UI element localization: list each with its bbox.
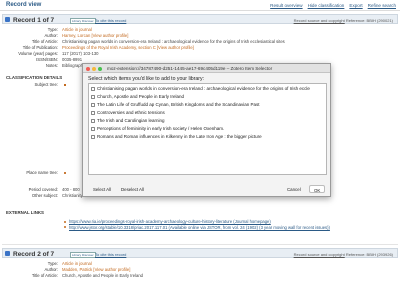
item-checkbox[interactable] bbox=[91, 86, 95, 91]
hide-classification-link[interactable]: Hide classification bbox=[308, 3, 345, 8]
record-title: Record 2 of 7 bbox=[13, 250, 55, 258]
record-header: Record 2 of 7 Library Discover To cite t… bbox=[2, 248, 398, 258]
library-badge[interactable]: Library Discover bbox=[70, 18, 96, 24]
cite-record-link[interactable]: To cite this record bbox=[95, 18, 126, 23]
maximize-window-icon[interactable] bbox=[98, 66, 102, 71]
deselect-all-button[interactable]: Deselect All bbox=[117, 185, 148, 193]
minimize-window-icon[interactable] bbox=[92, 66, 96, 71]
record-source: Record source and copyright Reference: B… bbox=[293, 252, 393, 257]
item-option[interactable]: Romans and Roman influences in Kilkenny … bbox=[91, 133, 262, 141]
external-links-list: https://www.ria.ie/proceedings-royal-iri… bbox=[64, 219, 394, 230]
item-option[interactable]: Church, Apostle and People in Early Irel… bbox=[91, 93, 184, 101]
library-badge[interactable]: Library Discover bbox=[70, 252, 96, 258]
cite-record-link[interactable]: To cite this record bbox=[95, 252, 126, 257]
item-checkbox[interactable] bbox=[91, 134, 95, 139]
top-bar: Record view Result overview Hide classif… bbox=[0, 0, 400, 11]
author-link[interactable]: Madden, Patrick [View author profile] bbox=[62, 267, 130, 272]
record-header: Record 1 of 7 Library Discover To cite t… bbox=[2, 14, 398, 24]
item-option[interactable]: Christianising pagan worlds in conversio… bbox=[91, 85, 310, 93]
dialog-title: moz-extension://34787490-d251-1445-ae17-… bbox=[107, 66, 273, 71]
zotero-item-selector-dialog: moz-extension://34787490-d251-1445-ae17-… bbox=[82, 63, 331, 197]
item-checkbox[interactable] bbox=[91, 118, 95, 123]
export-link[interactable]: Export bbox=[349, 3, 362, 8]
ok-button[interactable]: OK bbox=[309, 185, 326, 193]
record-checkbox[interactable] bbox=[5, 17, 10, 22]
close-window-icon[interactable] bbox=[86, 66, 90, 71]
top-links: Result overview Hide classification Expo… bbox=[270, 3, 396, 8]
classification-heading: CLASSIFICATION DETAILS bbox=[6, 75, 63, 80]
dialog-titlebar[interactable]: moz-extension://34787490-d251-1445-ae17-… bbox=[83, 64, 330, 73]
item-option[interactable]: The Irish and Carolingian learning bbox=[91, 117, 165, 125]
item-option[interactable]: Controversies and ethnic tensions bbox=[91, 109, 165, 117]
dialog-prompt: Select which items you'd like to add to … bbox=[88, 76, 205, 82]
item-list[interactable]: Christianising pagan worlds in conversio… bbox=[88, 83, 327, 175]
page-title: Record view bbox=[6, 2, 42, 8]
refine-search-link[interactable]: Refine search bbox=[368, 3, 396, 8]
publication-link[interactable]: Proceedings of the Royal Irish Academy, … bbox=[62, 45, 194, 50]
item-checkbox[interactable] bbox=[91, 102, 95, 107]
select-all-button[interactable]: Select All bbox=[89, 185, 115, 193]
record-checkbox[interactable] bbox=[5, 251, 10, 256]
item-checkbox[interactable] bbox=[91, 126, 95, 131]
item-option[interactable]: The Latin Life of Gruffudd ap Cynan, Bri… bbox=[91, 101, 260, 109]
divider bbox=[2, 244, 398, 245]
external-link[interactable]: http://www.jstor.org/stable/10.3318/pria… bbox=[64, 225, 394, 230]
item-checkbox[interactable] bbox=[91, 110, 95, 115]
external-links-heading: EXTERNAL LINKS bbox=[6, 210, 44, 215]
record-title: Record 1 of 7 bbox=[13, 16, 55, 24]
item-option[interactable]: Perceptions of femininity in early Irish… bbox=[91, 125, 224, 133]
item-checkbox[interactable] bbox=[91, 94, 95, 99]
cancel-button[interactable]: Cancel bbox=[283, 185, 305, 193]
record-source-link[interactable]: Record source and copyright bbox=[294, 252, 345, 257]
record-source-link[interactable]: Record source and copyright bbox=[294, 18, 345, 23]
record-source: Record source and copyright Reference: B… bbox=[293, 18, 393, 23]
result-overview-link[interactable]: Result overview bbox=[270, 3, 302, 8]
author-link[interactable]: Harney, Lorcan [View author profile] bbox=[62, 33, 128, 38]
